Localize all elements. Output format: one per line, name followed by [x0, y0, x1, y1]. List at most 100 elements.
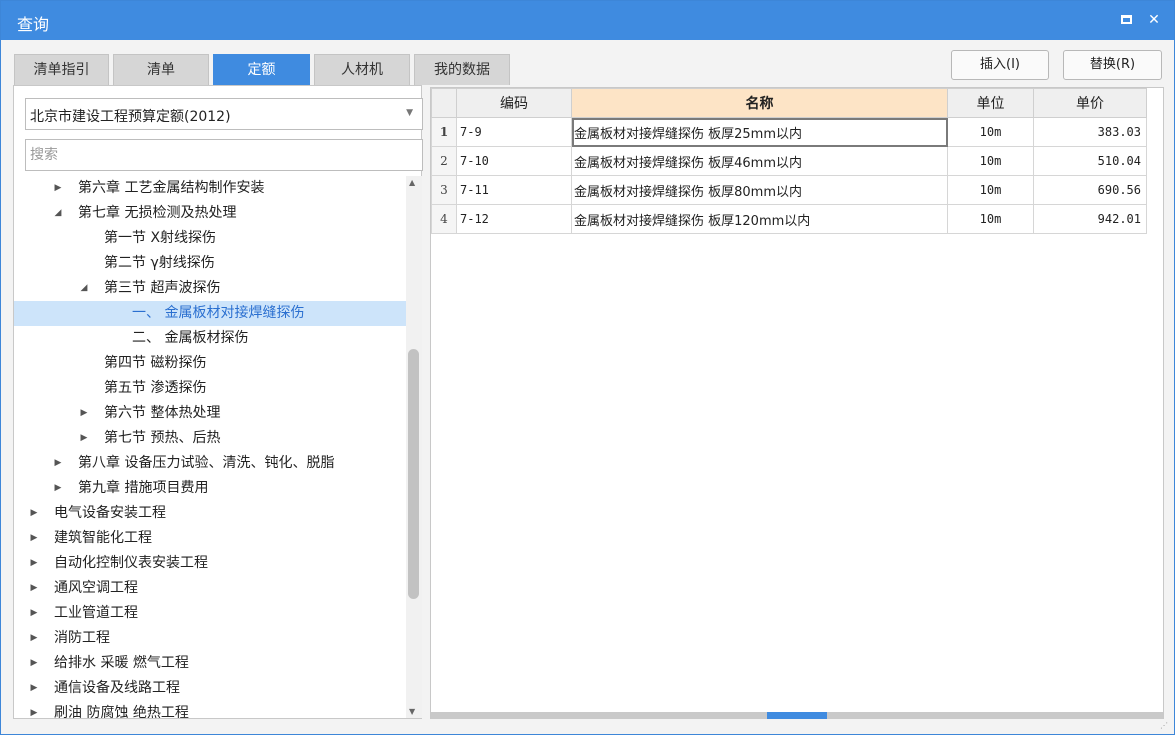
expand-arrow-icon[interactable]: ▶	[28, 601, 40, 626]
tree-item[interactable]: ◢ 第三节 超声波探伤	[14, 276, 406, 301]
header-unit[interactable]: 单位	[947, 88, 1034, 118]
code-cell[interactable]: 7-10	[456, 146, 572, 176]
name-cell[interactable]: 金属板材对接焊缝探伤 板厚25mm以内	[571, 117, 948, 147]
price-cell[interactable]: 510.04	[1033, 146, 1147, 176]
name-cell[interactable]: 金属板材对接焊缝探伤 板厚120mm以内	[571, 204, 948, 234]
unit-cell[interactable]: 10m	[947, 146, 1034, 176]
tree-item[interactable]: ▶ 消防工程	[14, 626, 406, 651]
price-cell[interactable]: 690.56	[1033, 175, 1147, 205]
tree-item-label: 第二节 γ射线探伤	[104, 255, 215, 271]
expand-arrow-icon[interactable]: ▶	[28, 526, 40, 551]
tree-item[interactable]: 第二节 γ射线探伤	[14, 251, 406, 276]
tab-labor-material-machine[interactable]: 人材机	[314, 54, 410, 85]
resize-grip-icon[interactable]: ⋰	[1160, 721, 1170, 731]
tree-item-label: 刷油 防腐蚀 绝热工程	[54, 705, 189, 718]
search-field[interactable]	[25, 139, 423, 171]
expand-arrow-icon[interactable]: ▶	[28, 501, 40, 526]
row-number-cell[interactable]: 3	[431, 175, 457, 205]
expand-arrow-icon[interactable]: ▶	[28, 576, 40, 601]
tab-bill[interactable]: 清单	[113, 54, 209, 85]
quota-library-select[interactable]: 北京市建设工程预算定额(2012) ▼	[25, 98, 423, 130]
scrollbar-thumb[interactable]	[408, 349, 419, 599]
title-bar[interactable]: 查询 ✕	[1, 1, 1174, 40]
tree-item[interactable]: ▶ 第九章 措施项目费用	[14, 476, 406, 501]
chevron-down-icon: ▼	[406, 108, 413, 118]
tree-vertical-scrollbar[interactable]: ▲ ▼	[406, 176, 422, 718]
tree-item-label: 第六节 整体热处理	[104, 405, 221, 421]
row-number-cell[interactable]: 1	[431, 117, 457, 147]
maximize-button[interactable]	[1115, 9, 1137, 31]
collapse-arrow-icon[interactable]: ◢	[78, 276, 90, 301]
tree-item[interactable]: ▶ 第七节 预热、后热	[14, 426, 406, 451]
expand-arrow-icon[interactable]: ▶	[28, 701, 40, 718]
tab-bill-guide[interactable]: 清单指引	[14, 54, 109, 85]
price-cell[interactable]: 942.01	[1033, 204, 1147, 234]
expand-arrow-icon[interactable]: ▶	[78, 426, 90, 451]
insert-button[interactable]: 插入(I)	[951, 50, 1049, 80]
tab-quota[interactable]: 定额	[213, 54, 310, 85]
tree-item-label: 第九章 措施项目费用	[78, 480, 209, 496]
expand-arrow-icon[interactable]: ▶	[28, 551, 40, 576]
expand-arrow-icon[interactable]: ▶	[52, 176, 64, 201]
header-name[interactable]: 名称	[571, 88, 948, 118]
tree-item-label: 第六章 工艺金属结构制作安装	[78, 180, 265, 196]
tree-item[interactable]: 第一节 X射线探伤	[14, 226, 406, 251]
code-cell[interactable]: 7-11	[456, 175, 572, 205]
table-row[interactable]: 1 7-9 金属板材对接焊缝探伤 板厚25mm以内 10m 383.03	[431, 117, 1147, 147]
close-button[interactable]: ✕	[1143, 9, 1165, 31]
unit-cell[interactable]: 10m	[947, 175, 1034, 205]
expand-arrow-icon[interactable]: ▶	[28, 651, 40, 676]
header-code[interactable]: 编码	[456, 88, 572, 118]
header-price[interactable]: 单价	[1033, 88, 1147, 118]
tree-item[interactable]: ▶ 给排水 采暖 燃气工程	[14, 651, 406, 676]
tree-item[interactable]: ◢ 第七章 无损检测及热处理	[14, 201, 406, 226]
tree-item[interactable]: ▶ 第八章 设备压力试验、清洗、钝化、脱脂	[14, 451, 406, 476]
table-row[interactable]: 3 7-11 金属板材对接焊缝探伤 板厚80mm以内 10m 690.56	[431, 175, 1147, 205]
scrollbar-grip-handle[interactable]	[767, 712, 827, 719]
tree-item[interactable]: ▶ 通信设备及线路工程	[14, 676, 406, 701]
tree-item[interactable]: ▶ 电气设备安装工程	[14, 501, 406, 526]
name-cell[interactable]: 金属板材对接焊缝探伤 板厚46mm以内	[571, 146, 948, 176]
table-row[interactable]: 4 7-12 金属板材对接焊缝探伤 板厚120mm以内 10m 942.01	[431, 204, 1147, 234]
name-cell[interactable]: 金属板材对接焊缝探伤 板厚80mm以内	[571, 175, 948, 205]
scroll-down-icon[interactable]: ▼	[409, 707, 415, 716]
tree-item[interactable]: 一、 金属板材对接焊缝探伤	[14, 301, 406, 326]
row-number-cell[interactable]: 4	[431, 204, 457, 234]
tree-item[interactable]: ▶ 建筑智能化工程	[14, 526, 406, 551]
tab-my-data[interactable]: 我的数据	[414, 54, 510, 85]
tree-item-label: 通信设备及线路工程	[54, 680, 180, 696]
code-cell[interactable]: 7-9	[456, 117, 572, 147]
table-row[interactable]: 2 7-10 金属板材对接焊缝探伤 板厚46mm以内 10m 510.04	[431, 146, 1147, 176]
grid-horizontal-scrollbar[interactable]	[431, 712, 1163, 719]
tree-item[interactable]: 第四节 磁粉探伤	[14, 351, 406, 376]
replace-button[interactable]: 替换(R)	[1063, 50, 1162, 80]
tree-item[interactable]: ▶ 第六节 整体热处理	[14, 401, 406, 426]
row-number-cell[interactable]: 2	[431, 146, 457, 176]
tree-item[interactable]: ▶ 自动化控制仪表安装工程	[14, 551, 406, 576]
tree-item[interactable]: ▶ 通风空调工程	[14, 576, 406, 601]
quota-tree-panel: 北京市建设工程预算定额(2012) ▼ ▶ 第六章 工艺金属结构制作安装 ◢ 第七章 …	[13, 85, 423, 719]
quota-grid-panel: 编码 名称 单位 单价 1 7-9 金属板材对接焊缝探伤 板厚25mm以内 10m 38…	[430, 87, 1164, 719]
tree-item[interactable]: ▶ 第六章 工艺金属结构制作安装	[14, 176, 406, 201]
tree-item[interactable]: ▶ 工业管道工程	[14, 601, 406, 626]
collapse-arrow-icon[interactable]: ◢	[52, 201, 64, 226]
expand-arrow-icon[interactable]: ▶	[28, 676, 40, 701]
expand-arrow-icon[interactable]: ▶	[78, 401, 90, 426]
unit-cell[interactable]: 10m	[947, 204, 1034, 234]
tree-item[interactable]: ▶ 刷油 防腐蚀 绝热工程	[14, 701, 406, 718]
tree-item-label: 电气设备安装工程	[54, 505, 166, 521]
search-input[interactable]	[26, 140, 422, 170]
tree-item[interactable]: 二、 金属板材探伤	[14, 326, 406, 351]
maximize-icon	[1120, 15, 1132, 24]
price-cell[interactable]: 383.03	[1033, 117, 1147, 147]
expand-arrow-icon[interactable]: ▶	[28, 626, 40, 651]
expand-arrow-icon[interactable]: ▶	[52, 476, 64, 501]
tree-item-label: 给排水 采暖 燃气工程	[54, 655, 189, 671]
tree-item[interactable]: 第五节 渗透探伤	[14, 376, 406, 401]
tree-item-label: 消防工程	[54, 630, 110, 646]
tree-item-label: 一、 金属板材对接焊缝探伤	[132, 305, 305, 321]
unit-cell[interactable]: 10m	[947, 117, 1034, 147]
expand-arrow-icon[interactable]: ▶	[52, 451, 64, 476]
scroll-up-icon[interactable]: ▲	[409, 178, 415, 187]
code-cell[interactable]: 7-12	[456, 204, 572, 234]
